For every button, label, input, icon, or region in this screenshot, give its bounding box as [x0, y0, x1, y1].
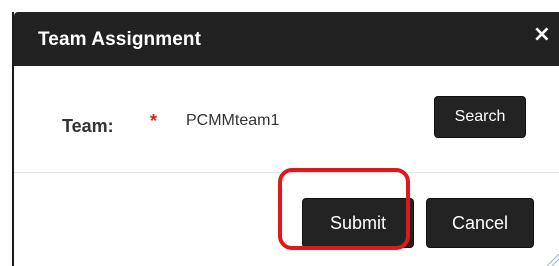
dialog-title: Team Assignment — [38, 29, 202, 50]
close-icon[interactable]: × — [533, 24, 551, 46]
team-label: Team: — [62, 116, 114, 136]
team-assignment-dialog: Team Assignment × Team: * PCMMteam1 Sear… — [12, 12, 559, 266]
footer-divider — [14, 172, 559, 173]
resize-grip-icon[interactable] — [543, 250, 559, 266]
required-marker: * — [150, 111, 158, 131]
search-button[interactable]: Search — [434, 96, 526, 138]
dialog-titlebar: Team Assignment × — [14, 12, 559, 66]
cancel-button[interactable]: Cancel — [426, 198, 534, 248]
team-value: PCMMteam1 — [186, 112, 280, 129]
submit-button[interactable]: Submit — [302, 198, 414, 248]
